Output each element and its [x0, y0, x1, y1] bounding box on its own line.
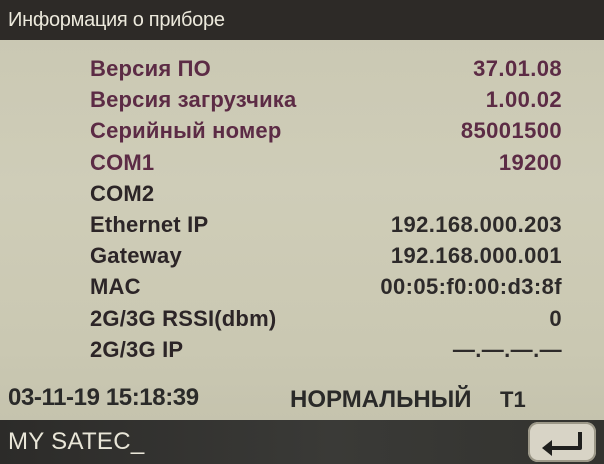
- device-info-screen: Информация о приборе Версия ПО 37.01.08 …: [0, 0, 604, 464]
- info-row-bootloader-version: Версия загрузчика 1.00.02: [90, 87, 562, 118]
- info-value: 85001500: [460, 118, 562, 144]
- info-value: 192.168.000.001: [390, 243, 562, 269]
- info-row-gateway: Gateway 192.168.000.001: [90, 243, 562, 274]
- info-value: 19200: [498, 149, 562, 175]
- info-label: COM2: [90, 180, 155, 206]
- info-value: —.—.—.—: [452, 336, 562, 362]
- info-row-rssi: 2G/3G RSSI(dbm) 0: [90, 306, 562, 337]
- info-label: Gateway: [90, 243, 182, 269]
- info-label: Версия ПО: [90, 56, 211, 81]
- info-label: Серийный номер: [90, 118, 282, 144]
- info-label: COM1: [90, 149, 155, 175]
- status-line: 03-11-19 15:18:39 НОРМАЛЬНЫЙ T1: [0, 376, 604, 416]
- status-mode: НОРМАЛЬНЫЙ: [290, 386, 472, 413]
- info-value: 1.00.02: [485, 87, 562, 113]
- info-row-ethernet-ip: Ethernet IP 192.168.000.203: [90, 212, 562, 243]
- info-label: 2G/3G IP: [90, 336, 184, 362]
- device-name: MY SATEC_: [8, 428, 145, 455]
- info-label: MAC: [90, 274, 141, 300]
- page-title: Информация о приборе: [8, 9, 225, 31]
- info-label: Ethernet IP: [90, 211, 209, 237]
- title-bar: Информация о приборе: [0, 0, 604, 40]
- info-row-firmware-version: Версия ПО 37.01.08: [90, 56, 562, 87]
- info-row-com2: COM2: [90, 181, 562, 212]
- back-arrow-icon: [542, 432, 582, 456]
- info-row-mac: MAC 00:05:f0:00:d3:8f: [90, 274, 562, 305]
- back-button[interactable]: [528, 422, 596, 462]
- info-row-cellular-ip: 2G/3G IP —.—.—.—: [90, 337, 562, 368]
- info-row-serial-number: Серийный номер 85001500: [90, 118, 562, 149]
- info-value: 0: [549, 305, 562, 331]
- info-label: Версия загрузчика: [90, 87, 297, 113]
- info-row-com1: COM1 19200: [90, 150, 562, 181]
- status-tariff: T1: [500, 387, 526, 412]
- device-info-table: Версия ПО 37.01.08 Версия загрузчика 1.0…: [90, 56, 562, 368]
- bottom-bar: MY SATEC_: [0, 420, 604, 464]
- info-value: 00:05:f0:00:d3:8f: [380, 274, 562, 300]
- status-datetime: 03-11-19 15:18:39: [8, 384, 199, 411]
- info-value: 192.168.000.203: [390, 211, 562, 237]
- info-value: 37.01.08: [473, 56, 562, 81]
- info-label: 2G/3G RSSI(dbm): [90, 305, 277, 331]
